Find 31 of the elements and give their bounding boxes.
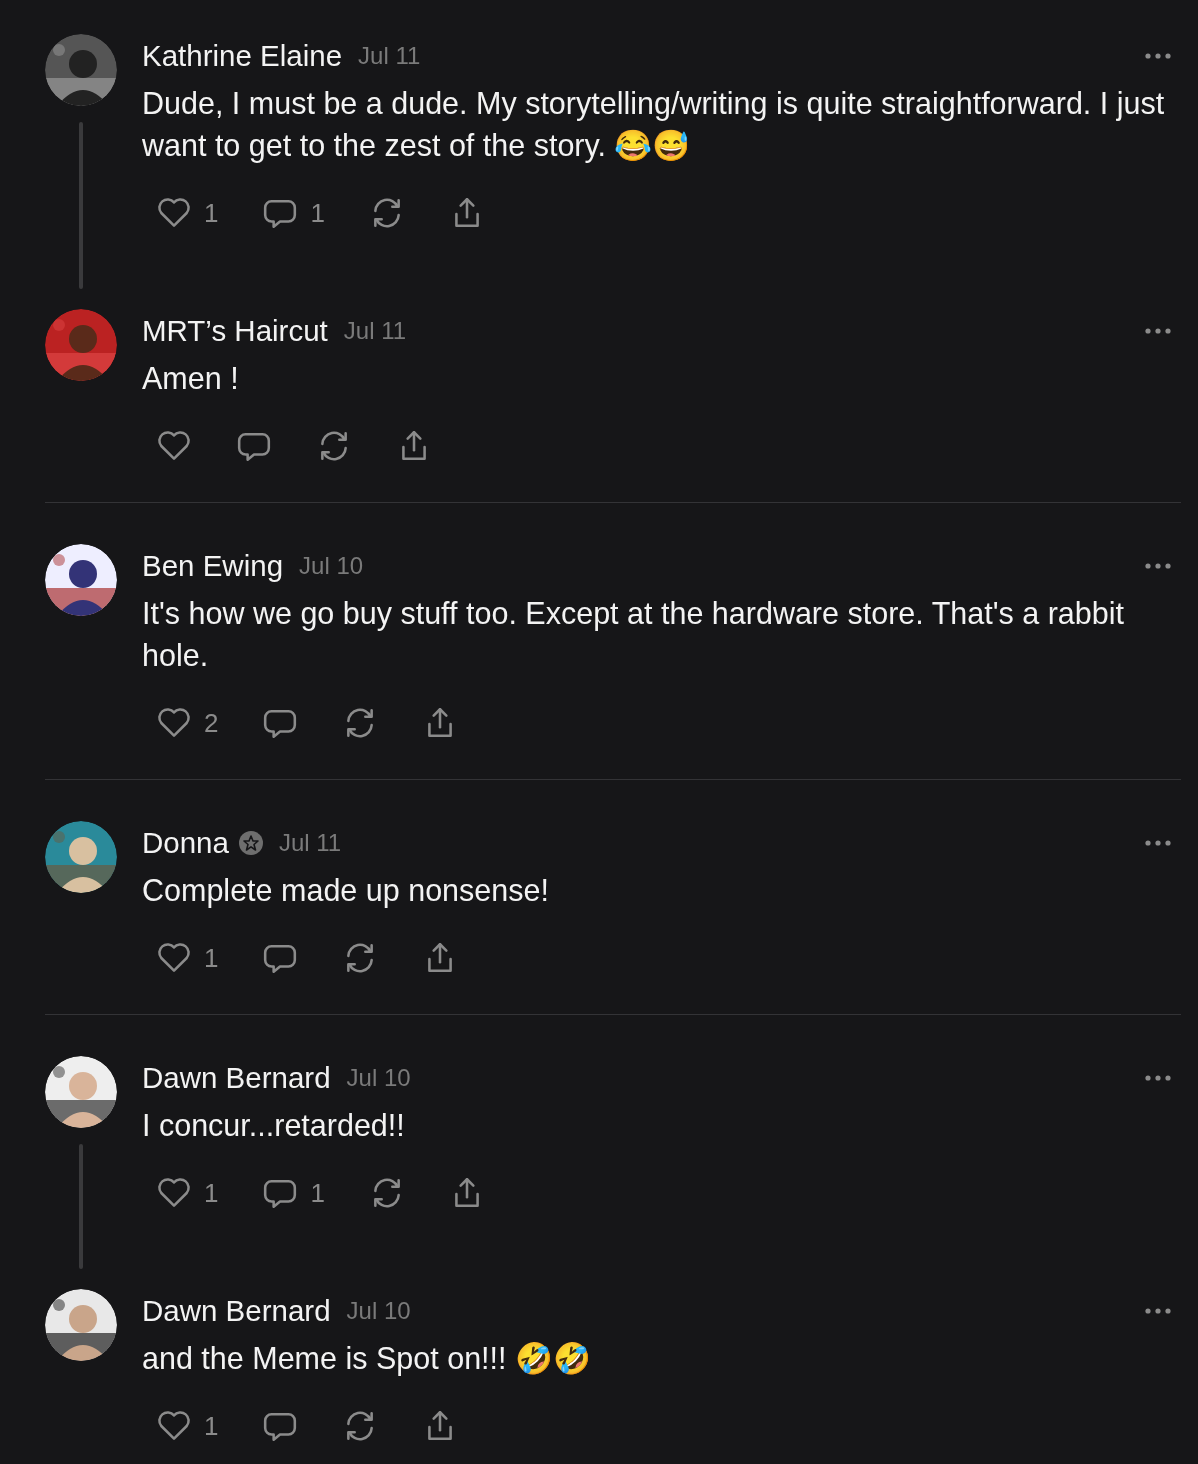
more-icon [1145,1308,1171,1314]
author-name[interactable]: Donna [142,826,229,860]
author-name[interactable]: MRT’s Haircut [142,314,328,348]
more-icon [1145,1075,1171,1081]
like-button[interactable]: 1 [156,1175,219,1211]
like-button[interactable]: 1 [156,940,219,976]
more-icon [1145,840,1171,846]
author-name[interactable]: Kathrine Elaine [142,39,343,73]
comment-text: I concur...retarded!! [142,1107,406,1144]
post-date: Jul 10 [299,552,364,580]
post-date: Jul 11 [278,829,342,857]
more-icon [1145,328,1171,334]
like-button[interactable]: 2 [156,705,219,741]
post-date: Jul 11 [343,317,407,345]
more-icon [1145,53,1171,59]
author-name[interactable]: Dawn Bernard [142,1061,331,1095]
reply-button[interactable]: 1 [262,195,325,231]
more-icon [1145,563,1171,569]
post-date: Jul 11 [358,42,421,70]
like-button[interactable]: 1 [156,195,219,231]
post-date: Jul 10 [346,1297,411,1325]
comment-text: and the Meme is Spot on!!! 🤣🤣 [142,1340,592,1378]
comment-text: Complete made up nonsense! [142,872,550,910]
comment-text: Dude, I must be a dude. My storytelling/writing is quite straightforward. I just want to get to the zest of the story. 😂😅 [142,85,1166,165]
reply-button[interactable]: 1 [262,1175,325,1211]
post-date: Jul 10 [346,1064,411,1092]
like-button[interactable]: 1 [156,1408,219,1444]
comment-text: Amen ! [142,360,240,397]
author-name[interactable]: Dawn Bernard [142,1294,331,1328]
comment-text: It's how we go buy stuff too. Except at the hardware store. That's a rabbit hole. [142,595,1125,674]
author-name[interactable]: Ben Ewing [142,549,284,583]
